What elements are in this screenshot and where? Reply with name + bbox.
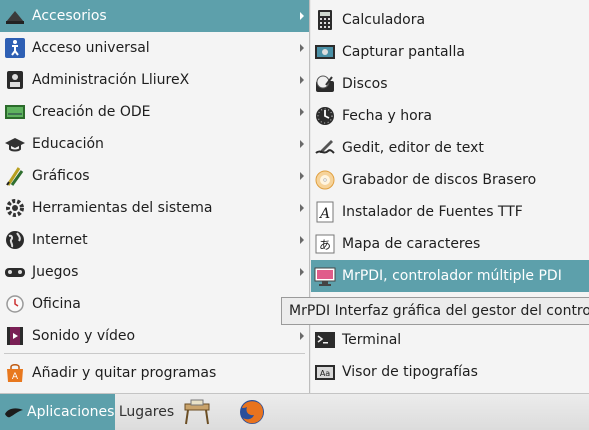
chevron-right-icon <box>300 108 304 116</box>
menu-item-label: Juegos <box>32 264 79 280</box>
svg-text:Aa: Aa <box>320 369 330 378</box>
menu-item-oficina[interactable]: Oficina <box>0 288 309 320</box>
menu-separator <box>4 353 305 354</box>
menu-item-label: Accesorios <box>32 8 107 24</box>
applications-menu-button[interactable]: Aplicaciones <box>0 394 115 430</box>
tooltip: MrPDI Interfaz gráfica del gestor del co… <box>281 297 589 325</box>
ode-creation-icon <box>4 101 26 123</box>
clock-icon <box>314 105 336 127</box>
lliurex-admin-icon <box>4 69 26 91</box>
menu-item-graficos[interactable]: Gráficos <box>0 160 309 192</box>
svg-text:A: A <box>318 206 330 222</box>
menu-item-label: Educación <box>32 136 104 152</box>
disk-utility-icon <box>314 73 336 95</box>
svg-text:あ: あ <box>319 238 331 252</box>
menu-item-label: Oficina <box>32 296 81 312</box>
submenu-item-label: Calculadora <box>342 12 426 28</box>
submenu-item-visor-tipografias[interactable]: Aa Visor de tipografías <box>311 356 589 388</box>
submenu-item-label: MrPDI, controlador múltiple PDI <box>342 268 562 284</box>
menu-item-sonido-y-video[interactable]: Sonido y vídeo <box>0 320 309 352</box>
submenu-item-label: Mapa de caracteres <box>342 236 481 252</box>
chevron-right-icon <box>300 332 304 340</box>
calculator-icon <box>314 9 336 31</box>
chevron-right-icon <box>300 268 304 276</box>
submenu-item-terminal[interactable]: Terminal <box>311 324 589 356</box>
submenu-item-label: Visor de tipografías <box>342 364 478 380</box>
font-viewer-icon: Aa <box>314 361 336 383</box>
lliurex-logo-icon <box>4 402 24 422</box>
menu-item-juegos[interactable]: Juegos <box>0 256 309 288</box>
accessories-icon <box>4 5 26 27</box>
gamepad-icon <box>4 261 26 283</box>
submenu-item-gedit[interactable]: Gedit, editor de text <box>311 132 589 164</box>
submenu-item-label: Gedit, editor de text <box>342 140 484 156</box>
submenu-item-label: Terminal <box>342 332 402 348</box>
system-tools-icon <box>4 197 26 219</box>
menu-item-educacion[interactable]: Educación <box>0 128 309 160</box>
text-editor-icon <box>314 137 336 159</box>
menu-item-herramientas-sistema[interactable]: Herramientas del sistema <box>0 192 309 224</box>
menu-item-label: Herramientas del sistema <box>32 200 213 216</box>
chevron-right-icon <box>300 236 304 244</box>
submenu-item-label: Fecha y hora <box>342 108 433 124</box>
submenu-item-label: Grabador de discos Brasero <box>342 172 537 188</box>
menu-item-label: Gráficos <box>32 168 90 184</box>
menu-item-accesorios[interactable]: Accesorios <box>0 0 309 32</box>
applications-label: Aplicaciones <box>27 404 115 420</box>
menu-item-label: Añadir y quitar programas <box>32 365 217 381</box>
submenu-item-capturar-pantalla[interactable]: Capturar pantalla <box>311 36 589 68</box>
multimedia-icon <box>4 325 26 347</box>
menu-item-label: Creación de ODE <box>32 104 151 120</box>
accesorios-submenu: Calculadora Capturar pantalla Discos Fec… <box>311 0 589 393</box>
menu-item-label: Sonido y vídeo <box>32 328 136 344</box>
screenshot-icon <box>314 41 336 63</box>
submenu-item-label: Instalador de Fuentes TTF <box>342 204 523 220</box>
chevron-right-icon <box>300 140 304 148</box>
submenu-item-discos[interactable]: Discos <box>311 68 589 100</box>
menu-item-label: Internet <box>32 232 88 248</box>
applications-menu: Accesorios Acceso universal Administraci… <box>0 0 310 393</box>
submenu-item-mrpdi[interactable]: MrPDI, controlador múltiple PDI <box>311 260 589 292</box>
firefox-icon[interactable] <box>238 398 266 426</box>
menu-item-label: Administración LliureX <box>32 72 190 88</box>
places-label: Lugares <box>118 404 175 420</box>
graphics-icon <box>4 165 26 187</box>
chevron-right-icon <box>300 12 304 20</box>
menu-item-acceso-universal[interactable]: Acceso universal <box>0 32 309 64</box>
menu-item-anadir-quitar[interactable]: A Añadir y quitar programas <box>0 357 309 389</box>
menu-item-label: Acceso universal <box>32 40 150 56</box>
font-installer-icon: A <box>314 201 336 223</box>
places-menu-button[interactable]: Lugares <box>115 394 178 430</box>
terminal-icon <box>314 329 336 351</box>
classroom-launcher-icon[interactable] <box>183 398 211 426</box>
submenu-item-label: Capturar pantalla <box>342 44 465 60</box>
submenu-item-fecha-y-hora[interactable]: Fecha y hora <box>311 100 589 132</box>
software-center-icon: A <box>4 362 26 384</box>
submenu-item-instalador-fuentes[interactable]: A Instalador de Fuentes TTF <box>311 196 589 228</box>
submenu-item-calculadora[interactable]: Calculadora <box>311 4 589 36</box>
internet-globe-icon <box>4 229 26 251</box>
menu-item-creacion-de-ode[interactable]: Creación de ODE <box>0 96 309 128</box>
chevron-right-icon <box>300 204 304 212</box>
menu-item-administracion-lliurex[interactable]: Administración LliureX <box>0 64 309 96</box>
accessibility-icon <box>4 37 26 59</box>
brasero-icon <box>314 169 336 191</box>
character-map-icon: あ <box>314 233 336 255</box>
submenu-item-label: Discos <box>342 76 388 92</box>
submenu-item-mapa-caracteres[interactable]: あ Mapa de caracteres <box>311 228 589 260</box>
menu-item-internet[interactable]: Internet <box>0 224 309 256</box>
chevron-right-icon <box>300 44 304 52</box>
education-icon <box>4 133 26 155</box>
svg-text:A: A <box>12 372 19 382</box>
bottom-panel: Aplicaciones Lugares <box>0 393 589 430</box>
mrpdi-icon <box>314 265 336 287</box>
submenu-item-brasero[interactable]: Grabador de discos Brasero <box>311 164 589 196</box>
chevron-right-icon <box>300 172 304 180</box>
chevron-right-icon <box>300 76 304 84</box>
office-icon <box>4 293 26 315</box>
